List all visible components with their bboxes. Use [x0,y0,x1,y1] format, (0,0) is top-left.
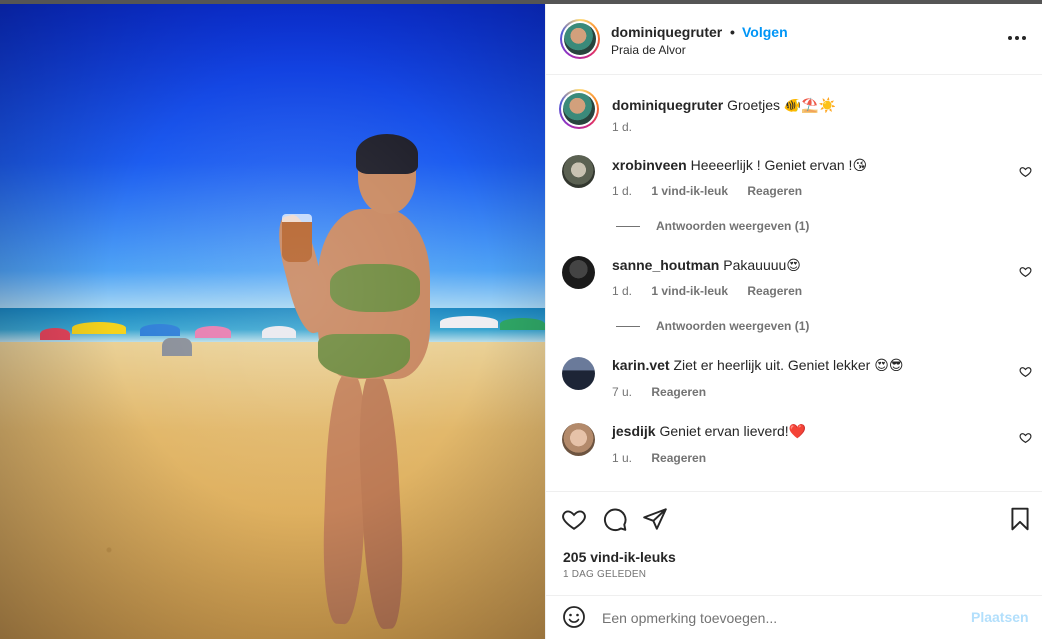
view-replies-button[interactable]: Antwoorden weergeven (1) [616,219,809,233]
comment-body: Ziet er heerlijk uit. Geniet lekker 😍😎 [673,357,904,373]
comment-meta: 1 d. 1 vind-ik-leuk Reageren [612,284,818,298]
post-header: dominiquegruter • Volgen Praia de Alvor [546,4,1042,75]
caption-avatar[interactable] [559,89,599,129]
comment-username[interactable]: jesdijk [612,423,656,439]
caption-username[interactable]: dominiquegruter [612,97,723,113]
comment-username[interactable]: sanne_houtman [612,257,719,273]
comment-username[interactable]: karin.vet [612,357,670,373]
comment-icon[interactable] [602,506,628,532]
location-link[interactable]: Praia de Alvor [611,43,686,57]
post-date: 1 DAG GELEDEN [563,569,647,580]
caption-text: dominiquegruter Groetjes 🐠⛱️☀️ [612,96,836,114]
comment-text: sanne_houtman Pakauuuu😍 [612,256,801,274]
replies-line [616,326,640,328]
share-icon[interactable] [642,506,668,532]
comment-age: 1 u. [612,451,633,465]
heart-icon[interactable] [1019,431,1032,444]
reply-button[interactable]: Reageren [651,451,706,465]
avatar[interactable] [562,423,595,456]
comment-text: karin.vet Ziet er heerlijk uit. Geniet l… [612,356,903,374]
comment-meta: 1 d. 1 vind-ik-leuk Reageren [612,184,818,198]
likes-count[interactable]: 205 vind-ik-leuks [563,549,676,565]
comment-text: jesdijk Geniet ervan lieverd!❤️ [612,422,806,440]
comments-list[interactable]: dominiquegruter Groetjes 🐠⛱️☀️ 1 d. xrob… [546,75,1042,491]
comment-body: Heeeerlijk ! Geniet ervan !😘 [690,157,868,173]
photo-vignette [0,4,545,639]
reply-button[interactable]: Reageren [747,184,802,198]
avatar[interactable] [562,357,595,390]
follow-button[interactable]: Volgen [742,24,788,40]
avatar [564,23,596,55]
comment-meta: 1 u. Reageren [612,451,722,465]
comment-age: 1 d. [612,184,633,198]
comment-input[interactable] [602,606,962,630]
caption-body: Groetjes 🐠⛱️☀️ [727,97,837,113]
avatar[interactable] [562,256,595,289]
heart-icon[interactable] [1019,165,1032,178]
heart-icon[interactable] [561,506,587,532]
heart-icon[interactable] [1019,365,1032,378]
post-photo[interactable] [0,4,545,639]
caption-meta: 1 d. [612,120,648,134]
more-options-icon[interactable] [1008,31,1028,45]
reply-button[interactable]: Reageren [747,284,802,298]
avatar[interactable] [562,155,595,188]
comment-body: Geniet ervan lieverd!❤️ [659,423,807,439]
comment-likes[interactable]: 1 vind-ik-leuk [651,184,728,198]
separator-dot: • [730,24,735,40]
author-username[interactable]: dominiquegruter [611,24,722,40]
reply-button[interactable]: Reageren [651,385,706,399]
caption-age: 1 d. [612,120,633,134]
comment-age: 1 d. [612,284,633,298]
comment-username[interactable]: xrobinveen [612,157,687,173]
post-actions: 205 vind-ik-leuks 1 DAG GELEDEN [546,491,1042,595]
add-comment-bar: Plaatsen [546,595,1042,639]
author-avatar[interactable] [560,19,600,59]
comment-text: xrobinveen Heeeerlijk ! Geniet ervan !😘 [612,156,867,174]
replies-line [616,226,640,228]
emoji-icon[interactable] [562,605,586,629]
heart-icon[interactable] [1019,265,1032,278]
comment-body: Pakauuuu😍 [723,257,801,273]
comment-age: 7 u. [612,385,633,399]
view-replies-label: Antwoorden weergeven (1) [656,219,810,233]
view-replies-label: Antwoorden weergeven (1) [656,319,810,333]
post-comment-button[interactable]: Plaatsen [971,609,1029,625]
bookmark-icon[interactable] [1007,506,1033,532]
comment-likes[interactable]: 1 vind-ik-leuk [651,284,728,298]
view-replies-button[interactable]: Antwoorden weergeven (1) [616,319,809,333]
comment-meta: 7 u. Reageren [612,385,722,399]
post-details-panel: dominiquegruter • Volgen Praia de Alvor … [545,4,1042,639]
avatar [563,93,595,125]
